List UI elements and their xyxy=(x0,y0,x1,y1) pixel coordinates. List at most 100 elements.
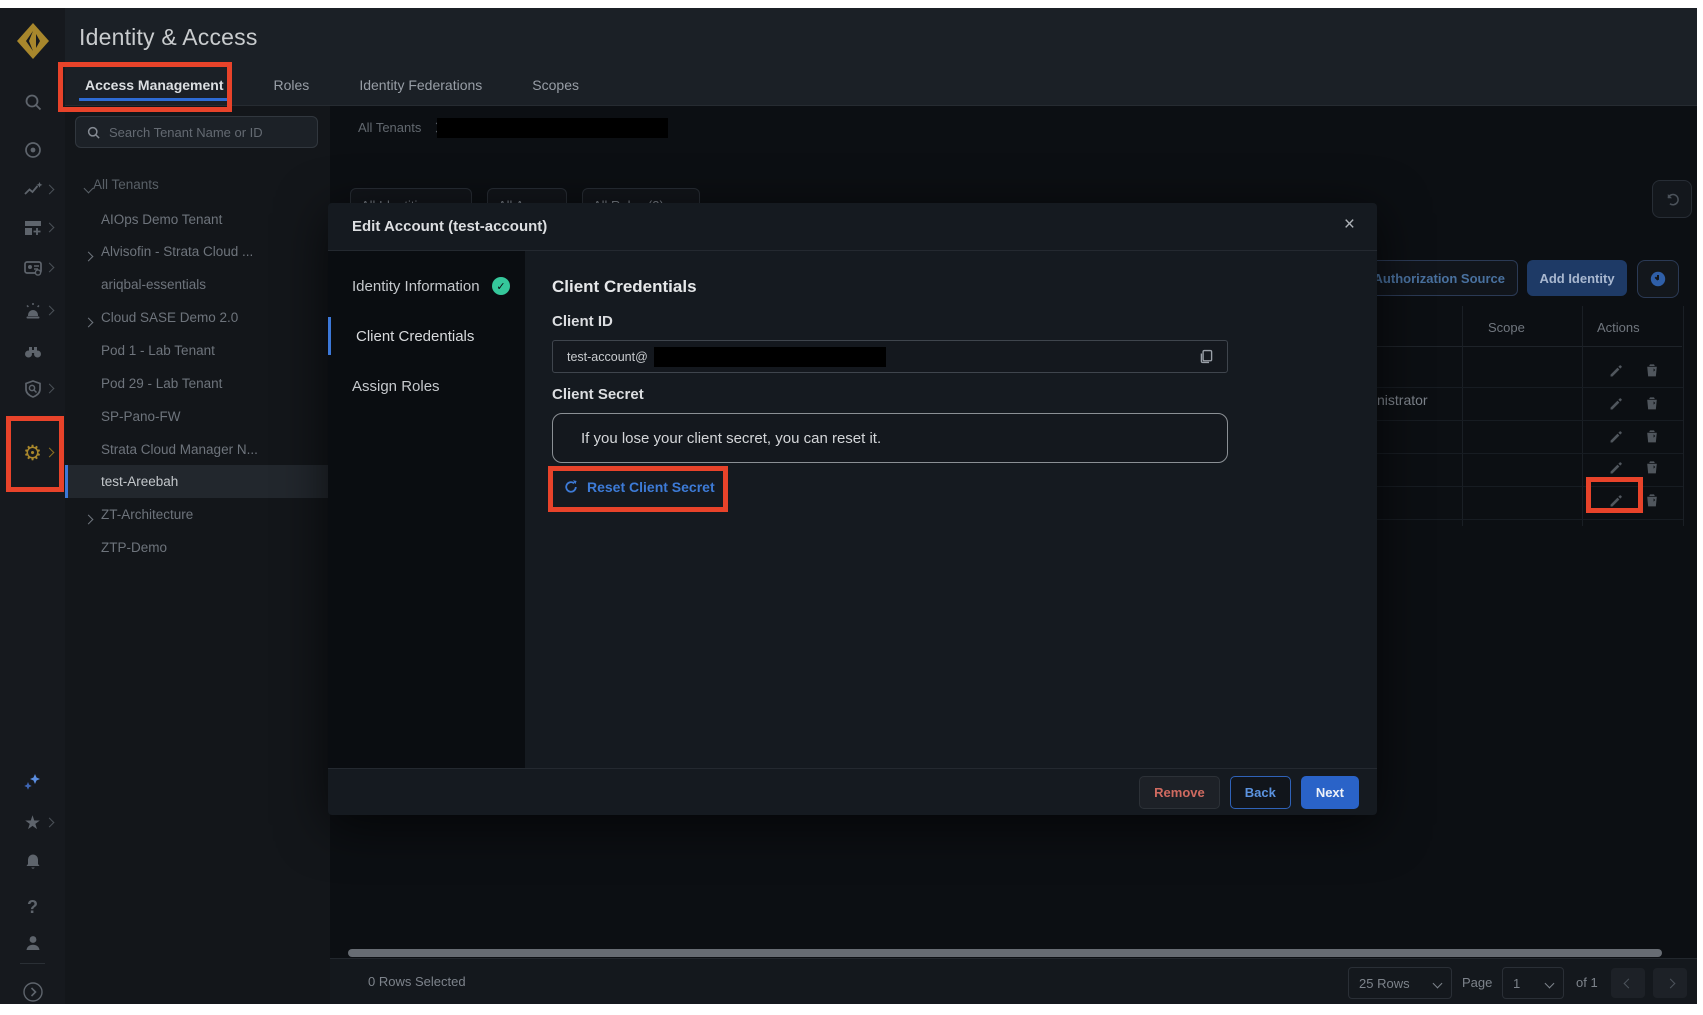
search-icon xyxy=(86,125,101,140)
annotation-box-edit-pencil xyxy=(1586,477,1643,513)
check-circle-icon: ✓ xyxy=(492,277,510,295)
add-identity-button[interactable]: Add Identity xyxy=(1527,260,1627,296)
delete-trash-icon[interactable] xyxy=(1644,362,1660,383)
chevron-down-icon xyxy=(1545,978,1555,988)
app-header: Identity & Access xyxy=(65,8,1697,64)
next-button[interactable]: Next xyxy=(1301,776,1359,809)
tenant-search-placeholder: Search Tenant Name or ID xyxy=(109,125,263,140)
chevron-left-icon xyxy=(1623,978,1633,988)
download-circle-icon xyxy=(1649,270,1667,288)
tree-node-tenant[interactable]: ZTP-Demo xyxy=(65,531,330,564)
annotation-box-access-management-tab xyxy=(58,62,232,112)
chevron-right-icon xyxy=(85,511,92,526)
client-secret-hint-box: If you lose your client secret, you can … xyxy=(552,413,1228,463)
app-screen: ⚙ ★ ? Identity & Access Access Managemen… xyxy=(0,8,1697,1004)
client-id-label: Client ID xyxy=(552,313,613,330)
tab-identity-federations[interactable]: Identity Federations xyxy=(357,67,484,103)
discover-binoculars-icon[interactable] xyxy=(0,336,65,366)
delete-trash-icon[interactable] xyxy=(1644,492,1660,513)
delete-trash-icon[interactable] xyxy=(1644,395,1660,416)
tree-node-tenant-selected[interactable]: test-Areebah xyxy=(65,465,330,498)
help-icon[interactable]: ? xyxy=(0,892,65,922)
section-heading: Client Credentials xyxy=(552,277,697,297)
prev-page-button[interactable] xyxy=(1611,968,1645,998)
annotation-box-reset-client-secret xyxy=(548,466,728,512)
tree-node-tenant[interactable]: SP-Pano-FW xyxy=(65,400,330,433)
step-identity-information[interactable]: Identity Information ✓ xyxy=(328,269,525,303)
undo-icon xyxy=(1664,191,1681,208)
copilot-sparkles-icon[interactable] xyxy=(0,767,65,797)
modal-header: Edit Account (test-account) × xyxy=(328,203,1377,251)
chevron-right-icon xyxy=(1665,978,1675,988)
column-divider xyxy=(1683,306,1684,526)
breadcrumb-root[interactable]: All Tenants xyxy=(358,120,421,135)
page-label: Page xyxy=(1462,975,1492,990)
table-row[interactable] xyxy=(1350,354,1683,388)
chevron-right-icon xyxy=(85,314,92,329)
delete-trash-icon[interactable] xyxy=(1644,428,1660,449)
page-number-dropdown[interactable]: 1 xyxy=(1502,967,1564,999)
user-profile-icon[interactable] xyxy=(0,928,65,958)
edit-pencil-icon[interactable] xyxy=(1608,428,1625,450)
favorites-star-icon[interactable]: ★ xyxy=(0,808,65,838)
table-row[interactable] xyxy=(1350,420,1683,454)
annotation-box-settings-gear xyxy=(6,416,64,492)
client-id-input[interactable]: test-account@ xyxy=(552,340,1228,373)
incidents-siren-icon[interactable] xyxy=(0,296,65,326)
step-assign-roles[interactable]: Assign Roles xyxy=(328,369,525,403)
rail-divider xyxy=(20,963,45,964)
breadcrumb: All Tenants xyxy=(358,120,440,135)
chevron-right-icon xyxy=(85,248,92,263)
tab-bar: Access Management Roles Identity Federat… xyxy=(65,64,1697,106)
tab-scopes[interactable]: Scopes xyxy=(530,67,581,103)
page-title: Identity & Access xyxy=(79,24,258,51)
tree-node-tenant[interactable]: ZT-Architecture xyxy=(65,498,330,531)
license-card-icon[interactable] xyxy=(0,253,65,283)
expand-rail-icon[interactable] xyxy=(0,977,65,1004)
tree-node-tenant[interactable]: Pod 29 - Lab Tenant xyxy=(65,367,330,400)
search-icon[interactable] xyxy=(0,87,65,117)
close-icon[interactable]: × xyxy=(1344,214,1355,236)
tenant-search-input[interactable]: Search Tenant Name or ID xyxy=(75,116,318,148)
back-button[interactable]: Back xyxy=(1230,776,1291,809)
notifications-bell-icon[interactable] xyxy=(0,847,65,877)
brand-logo[interactable] xyxy=(16,22,50,65)
tree-node-all-tenants[interactable]: All Tenants xyxy=(65,168,330,201)
edit-account-modal: Edit Account (test-account) × Identity I… xyxy=(328,203,1377,815)
table-row[interactable] xyxy=(1350,387,1683,421)
dashboard-radar-icon[interactable] xyxy=(0,135,65,165)
insights-trend-icon[interactable] xyxy=(0,175,65,205)
edit-pencil-icon[interactable] xyxy=(1608,395,1625,417)
delete-trash-icon[interactable] xyxy=(1644,459,1660,480)
column-header-scope: Scope xyxy=(1488,320,1525,335)
edit-pencil-icon[interactable] xyxy=(1608,362,1625,384)
tree-node-tenant[interactable]: ariqbal-essentials xyxy=(65,268,330,301)
tenant-sidebar: Search Tenant Name or ID All Tenants AIO… xyxy=(65,106,331,1004)
tree-node-tenant[interactable]: Strata Cloud Manager N... xyxy=(65,433,330,466)
step-client-credentials[interactable]: Client Credentials xyxy=(328,319,525,353)
redacted-client-id xyxy=(654,347,886,367)
tree-node-tenant[interactable]: AIOps Demo Tenant xyxy=(65,203,330,236)
export-button[interactable] xyxy=(1637,260,1679,298)
chevron-down-icon xyxy=(85,180,92,195)
chevron-down-icon xyxy=(1433,978,1443,988)
modal-title: Edit Account (test-account) xyxy=(352,218,547,235)
horizontal-scrollbar[interactable] xyxy=(348,949,1662,957)
tree-node-tenant[interactable]: Pod 1 - Lab Tenant xyxy=(65,334,330,367)
modal-steps-panel: Identity Information ✓ Client Credential… xyxy=(328,251,525,768)
tree-node-tenant[interactable]: Alvisofin - Strata Cloud ... xyxy=(65,235,330,268)
tab-roles[interactable]: Roles xyxy=(272,67,312,103)
posture-shield-search-icon[interactable] xyxy=(0,374,65,404)
copy-icon[interactable] xyxy=(1198,348,1215,370)
redacted-tenant-name xyxy=(437,118,668,138)
next-page-button[interactable] xyxy=(1653,968,1687,998)
workflows-grid-icon[interactable] xyxy=(0,213,65,243)
client-secret-hint: If you lose your client secret, you can … xyxy=(581,430,881,447)
reset-view-button[interactable] xyxy=(1652,180,1692,218)
page-total-label: of 1 xyxy=(1576,975,1598,990)
rows-per-page-dropdown[interactable]: 25 Rows xyxy=(1348,967,1452,999)
tree-node-tenant[interactable]: Cloud SASE Demo 2.0 xyxy=(65,301,330,334)
remove-button[interactable]: Remove xyxy=(1139,776,1220,809)
modal-footer: Remove Back Next xyxy=(328,768,1377,815)
table-footer-bar: 0 Rows Selected 25 Rows Page 1 of 1 xyxy=(330,958,1697,1004)
